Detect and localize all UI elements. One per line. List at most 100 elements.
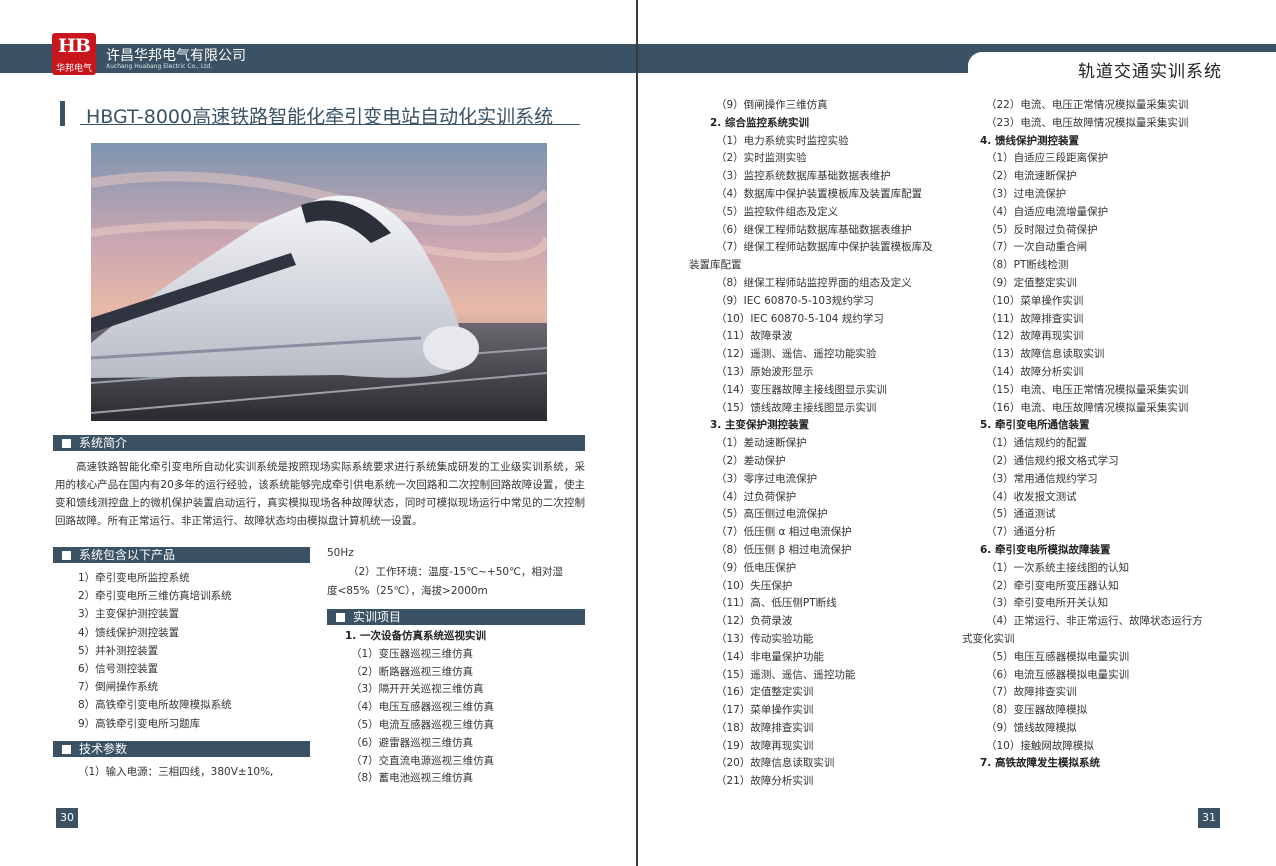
project-heading: 6. 牵引变电所模拟故障装置	[980, 543, 1111, 556]
project-item: （14）非电量保护功能	[716, 650, 824, 663]
project-item: （1）差动速断保护	[716, 437, 807, 450]
project-item: （4）数据库中保护装置模板库及装置库配置	[716, 187, 923, 200]
project-item: （10）接触网故障模拟	[986, 739, 1094, 752]
project-item: （6）继保工程师站数据库基础数据表维护	[716, 223, 912, 236]
project-item: （5）监控软件组态及定义	[716, 205, 839, 218]
project-item: （2）实时监测实验	[716, 152, 807, 165]
project-item: （15）遥测、遥信、遥控功能	[716, 668, 856, 681]
tech-param-line: （2）工作环境：温度-15℃~+50℃，相对湿	[348, 566, 563, 578]
left-page: HB 华邦电气 许昌华邦电气有限公司 Xuchang Huabang Elect…	[0, 0, 637, 866]
project-item: （1）通信规约的配置	[986, 437, 1088, 450]
product-item: 2）牵引变电所三维仿真培训系统	[78, 590, 232, 603]
project-item: （2）差动保护	[716, 454, 786, 467]
project-item: （7）交直流电源巡视三维仿真	[351, 754, 495, 767]
project-item: （11）故障录波	[716, 330, 793, 343]
project-item: （7）通道分析	[986, 526, 1056, 539]
project-item: （6）避雷器巡视三维仿真	[351, 736, 474, 749]
title-marker	[60, 101, 65, 126]
right-page: 轨道交通实训系统 （9）倒闸操作三维仿真 2. 综合监控系统实训 （1）电力系统实时…	[638, 0, 1276, 866]
project-item: （6）电流互感器模拟电量实训	[986, 668, 1130, 681]
logo-subtext: 华邦电气	[55, 64, 92, 74]
project-item: （9）低电压保护	[716, 561, 797, 574]
project-item: （1）一次系统主接线图的认知	[986, 561, 1130, 574]
project-item: （3）零序过电流保护	[716, 472, 818, 485]
product-item: 3）主变保护测控装置	[78, 608, 180, 621]
project-item: （11）高、低压侧PT断线	[716, 597, 837, 610]
product-list: 1）牵引变电所监控系统 2）牵引变电所三维仿真培训系统 3）主变保护测控装置 4）馈线…	[78, 569, 232, 733]
project-item: （9）IEC 60870-5-103规约学习	[716, 294, 874, 307]
project-item: （10）失压保护	[716, 579, 793, 592]
section-title: 技术参数	[79, 742, 128, 756]
train-photo	[91, 143, 547, 421]
project-item: （3）过电流保护	[986, 187, 1067, 200]
project-item: （4）收发报文测试	[986, 490, 1077, 503]
project-item: （7）故障排查实训	[986, 686, 1077, 699]
project-heading: 2. 综合监控系统实训	[710, 116, 809, 129]
page-number: 31	[1198, 808, 1220, 828]
section-title: 系统包含以下产品	[79, 548, 176, 562]
project-item: （16）定值整定实训	[716, 686, 814, 699]
company-name: 许昌华邦电气有限公司	[106, 48, 246, 64]
project-item: （10）IEC 60870-5-104 规约学习	[716, 312, 884, 325]
header-section-title: 轨道交通实训系统	[1078, 62, 1222, 82]
project-column-1: 1. 一次设备仿真系统巡视实训 （1）变压器巡视三维仿真 （2）断路器巡视三维仿真 （…	[345, 628, 495, 788]
tech-param-line: （1）输入电源：三相四线，380V±10%,	[78, 766, 274, 778]
project-item: （3）常用通信规约学习	[986, 472, 1098, 485]
section-title: 实训项目	[353, 610, 402, 624]
project-item: （8）PT断线检测	[986, 259, 1069, 272]
product-item: 5）并补测控装置	[78, 644, 159, 657]
project-item: （21）故障分析实训	[716, 775, 814, 788]
project-item: （2）断路器巡视三维仿真	[351, 665, 474, 678]
section-header-products: 系统包含以下产品	[53, 547, 310, 563]
project-item: （4）自适应电流增量保护	[986, 205, 1109, 218]
project-item: （8）蓄电池巡视三维仿真	[351, 772, 474, 785]
project-heading: 5. 牵引变电所通信装置	[980, 419, 1090, 432]
project-item: （5）电流互感器巡视三维仿真	[351, 718, 495, 731]
project-item: （5）通道测试	[986, 508, 1056, 521]
project-column-2: （9）倒闸操作三维仿真 2. 综合监控系统实训 （1）电力系统实时监控实验 （2）实时…	[689, 97, 933, 791]
intro-paragraph: 高速铁路智能化牵引变电所自动化实训系统是按照现场实际系统要求进行系统集成研发的工…	[55, 458, 585, 530]
project-item: （1）变压器巡视三维仿真	[351, 647, 474, 660]
tech-params-continued: 50Hz （2）工作环境：温度-15℃~+50℃，相对湿 度<85%（25℃），…	[327, 544, 589, 601]
project-item: （23）电流、电压故障情况模拟量采集实训	[986, 116, 1189, 129]
project-item: （4）正常运行、非正常运行、故障状态运行方	[986, 615, 1203, 628]
project-item: （1）自适应三段距离保护	[986, 152, 1109, 165]
project-item: （13）原始波形显示	[716, 365, 814, 378]
project-item: （16）电流、电压故障情况模拟量采集实训	[986, 401, 1189, 414]
project-item: （7）一次自动重合闸	[986, 241, 1088, 254]
project-item: （22）电流、电压正常情况模拟量采集实训	[986, 99, 1189, 111]
project-item: （7）继保工程师站数据库中保护装置模板库及	[716, 241, 933, 254]
project-item: （15）电流、电压正常情况模拟量采集实训	[986, 383, 1189, 396]
tech-param-line: 度<85%（25℃），海拔>2000m	[327, 585, 488, 597]
project-item: （14）故障分析实训	[986, 365, 1084, 378]
project-item: （2）通信规约报文格式学习	[986, 454, 1119, 467]
product-item: 7）倒闸操作系统	[78, 681, 159, 694]
project-heading: 3. 主变保护测控装置	[710, 419, 809, 432]
project-item: （9）定值整定实训	[986, 276, 1077, 289]
project-item: （15）馈线故障主接线图显示实训	[716, 401, 877, 414]
product-item: 9）高铁牵引变电所习题库	[78, 717, 201, 730]
project-item: （19）故障再现实训	[716, 739, 814, 752]
project-item: （9）馈线故障模拟	[986, 721, 1077, 734]
project-item: （7）低压侧 α 相过电流保护	[716, 526, 852, 539]
product-item: 4）馈线保护测控装置	[78, 626, 180, 639]
project-item: （17）菜单操作实训	[716, 704, 814, 717]
project-item: （3）牵引变电所开关认知	[986, 597, 1109, 610]
section-header-intro: 系统简介	[53, 435, 585, 451]
project-heading: 7. 高铁故障发生模拟系统	[980, 757, 1100, 770]
project-column-3: （22）电流、电压正常情况模拟量采集实训 （23）电流、电压故障情况模拟量采集实训…	[962, 97, 1203, 773]
product-item: 6）信号测控装置	[78, 663, 159, 676]
project-heading: 1. 一次设备仿真系统巡视实训	[345, 630, 486, 642]
product-item: 8）高铁牵引变电所故障模拟系统	[78, 699, 232, 712]
logo-letters: HB	[57, 35, 91, 57]
project-item: （10）菜单操作实训	[986, 294, 1084, 307]
project-item: （5）高压侧过电流保护	[716, 508, 828, 521]
project-heading: 4. 馈线保护测控装置	[980, 134, 1079, 147]
project-item: （3）隔开开关巡视三维仿真	[351, 683, 484, 696]
section-header-projects: 实训项目	[327, 609, 585, 625]
project-item: 式变化实训	[962, 632, 1015, 645]
project-item: （20）故障信息读取实训	[716, 757, 835, 770]
project-item: （3）监控系统数据库基础数据表维护	[716, 170, 891, 183]
project-item: 装置库配置	[689, 259, 742, 272]
project-item: （2）电流速断保护	[986, 170, 1077, 183]
